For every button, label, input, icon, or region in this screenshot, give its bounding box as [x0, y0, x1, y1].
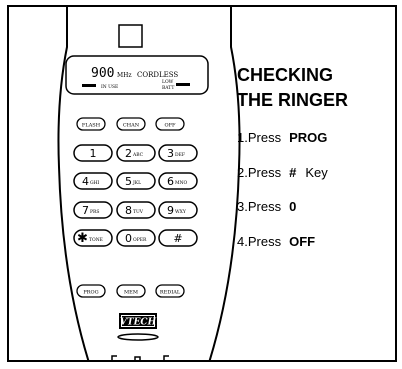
instruction-step-3: 3.Press 0	[237, 199, 296, 214]
key-4-digit: 4	[82, 175, 89, 188]
step-key: PROG	[289, 130, 328, 145]
instruction-step-2: 2.Press # Key	[237, 165, 328, 180]
step-key: #	[289, 165, 297, 180]
redial-key-label: REDIAL	[160, 290, 181, 296]
key-0[interactable]: 0 OPER	[116, 229, 156, 247]
key-1-digit: 1	[90, 147, 97, 160]
cordless-phone: 900 MHz CORDLESS IN USE LOW BATT FLASH CH…	[57, 7, 241, 360]
illustration-frame: 900 MHz CORDLESS IN USE LOW BATT FLASH CH…	[7, 5, 397, 362]
in-use-label: IN USE	[101, 84, 118, 90]
key-2-digit: 2	[125, 147, 132, 160]
channel-key-label: CHAN	[123, 123, 140, 129]
low-batt-label-1: LOW	[162, 79, 174, 85]
step-suffix: Key	[305, 165, 328, 180]
key-3[interactable]: 3 DEF	[158, 144, 198, 162]
key-9-digit: 9	[167, 204, 174, 217]
key-star-letters: TONE	[89, 237, 103, 243]
key-2-letters: ABC	[132, 152, 144, 158]
key-8[interactable]: 8 TUV	[116, 201, 156, 219]
charging-contact-left	[111, 355, 117, 360]
brand-text: VTECH	[120, 318, 157, 328]
earpiece	[118, 24, 143, 48]
instruction-title-line1: CHECKING	[237, 65, 334, 85]
charging-contact-right	[163, 355, 169, 360]
instruction-title-line2: THE RINGER	[237, 90, 349, 110]
key-2[interactable]: 2 ABC	[116, 144, 156, 162]
step-prefix: 4.Press	[237, 234, 282, 249]
display-unit: MHz	[117, 72, 132, 79]
instruction-step-1: 1.Press PROG	[237, 130, 327, 145]
key-pound-digit: #	[173, 232, 182, 245]
key-7[interactable]: 7 PRS	[73, 201, 113, 219]
off-key-label: OFF	[164, 123, 176, 129]
step-prefix: 2.Press	[237, 165, 282, 180]
step-prefix: 3.Press	[237, 199, 282, 214]
key-4-letters: GHI	[90, 180, 100, 186]
display-model: 900	[91, 66, 114, 81]
key-7-digit: 7	[82, 204, 89, 217]
low-batt-label-2: BATT	[162, 85, 174, 91]
display-label: CORDLESS	[137, 71, 178, 79]
step-prefix: 1.Press	[237, 130, 282, 145]
off-key[interactable]: OFF	[155, 117, 185, 131]
key-5-digit: 5	[125, 175, 132, 188]
key-0-digit: 0	[125, 232, 132, 245]
key-0-letters: OPER	[133, 237, 147, 243]
step-key: 0	[289, 199, 297, 214]
low-batt-indicator	[176, 83, 190, 86]
mem-key-label: MEM	[124, 290, 138, 296]
key-1[interactable]: 1	[73, 144, 113, 162]
flash-key[interactable]: FLASH	[76, 117, 106, 131]
prog-key[interactable]: PROG	[76, 284, 106, 298]
key-9[interactable]: 9 WXY	[158, 201, 198, 219]
mem-key[interactable]: MEM	[116, 284, 146, 298]
key-6-letters: MNO	[175, 180, 188, 186]
key-pound[interactable]: #	[158, 229, 198, 247]
key-6-digit: 6	[167, 175, 174, 188]
redial-key[interactable]: REDIAL	[155, 284, 185, 298]
key-5-letters: JKL	[132, 180, 141, 186]
channel-key[interactable]: CHAN	[116, 117, 146, 131]
flash-key-label: FLASH	[82, 123, 101, 129]
key-8-digit: 8	[125, 204, 132, 217]
key-3-digit: 3	[167, 147, 174, 160]
key-star-digit: ✱	[77, 231, 88, 246]
key-9-letters: WXY	[175, 209, 187, 215]
microphone-grille	[117, 333, 159, 341]
key-4[interactable]: 4 GHI	[73, 172, 113, 190]
prog-key-label: PROG	[83, 290, 98, 296]
step-key: OFF	[289, 234, 316, 249]
key-star[interactable]: ✱ TONE	[73, 229, 113, 247]
key-7-letters: PRS	[90, 209, 100, 215]
key-8-letters: TUV	[133, 209, 144, 215]
key-3-letters: DEF	[175, 152, 185, 158]
key-5[interactable]: 5 JKL	[116, 172, 156, 190]
charging-contact-middle	[134, 356, 141, 360]
key-6[interactable]: 6 MNO	[158, 172, 198, 190]
instruction-step-4: 4.Press OFF	[237, 234, 315, 249]
in-use-indicator	[82, 84, 96, 87]
